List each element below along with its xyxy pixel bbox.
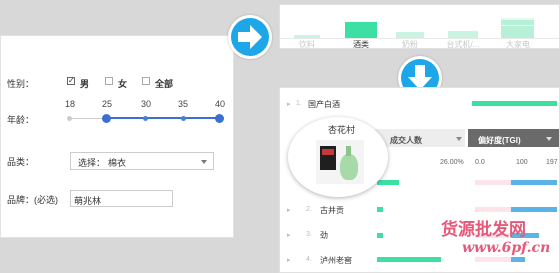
category-label-desktop[interactable]: 台式机/... — [441, 39, 485, 48]
row-flag-icon: ▸ — [287, 257, 291, 264]
first-row-rank: 1. — [296, 100, 302, 107]
age-tick-40: 40 — [215, 99, 226, 109]
bar-beverage[interactable] — [294, 35, 320, 38]
category-label-beverage[interactable]: 饮料 — [285, 39, 329, 48]
age-tick-35: 35 — [178, 99, 189, 109]
scale-tgi-min: 0.0 — [475, 159, 485, 166]
age-slider-min-handle[interactable] — [102, 114, 111, 123]
row-bar — [377, 207, 383, 212]
sort-down-icon[interactable] — [546, 137, 552, 141]
category-label-appliance[interactable]: 大家电 — [496, 39, 540, 48]
sort-down-icon[interactable] — [456, 137, 462, 141]
category-bar-chart: 饮料 酒类 奶粉 台式机/... 大家电 — [279, 4, 560, 49]
bar-liquor[interactable] — [345, 22, 377, 38]
category-select[interactable]: 选择： 棉衣 — [70, 152, 214, 170]
age-label: 年龄： — [7, 115, 35, 125]
chevron-down-icon — [201, 160, 207, 164]
product-box-label — [322, 149, 334, 155]
watermark-title: 货源批发网 — [441, 220, 526, 240]
age-slider-range — [105, 117, 221, 119]
filter-panel: 性别： ✓ 男 女 全部 18 25 30 35 40 年龄： 品类： 选择： … — [0, 35, 234, 238]
row-rank: 4. — [306, 256, 312, 263]
gender-male-label[interactable]: 男 — [80, 77, 89, 90]
age-tick-25: 25 — [102, 99, 113, 109]
row-tgi-bar — [511, 257, 525, 262]
gender-label: 性别： — [7, 79, 35, 89]
bar-desktop[interactable] — [448, 31, 478, 38]
age-slider-dot-18 — [67, 116, 72, 121]
row-flag-icon: ▸ — [287, 101, 291, 108]
row-name: 泸州老窖 — [320, 256, 352, 265]
scale-percent: 26.00% — [440, 159, 464, 166]
row-tgi-track — [475, 257, 511, 262]
bar-milk-powder[interactable] — [396, 32, 424, 38]
category-select-prefix: 选择： — [78, 158, 106, 168]
age-tick-30: 30 — [141, 99, 152, 109]
row-bar — [377, 257, 441, 262]
brand-label: 品牌：(必选) — [7, 195, 58, 205]
bar-appliance-cap — [501, 18, 534, 20]
row-rank: 2. — [306, 206, 312, 213]
category-label: 品类： — [7, 157, 35, 167]
row-flag-icon: ▸ — [287, 232, 291, 239]
brand-input[interactable]: 萌兆林 — [70, 190, 173, 207]
first-row-bar — [472, 101, 557, 106]
age-slider-max-handle[interactable] — [215, 114, 224, 123]
product-image — [316, 140, 364, 184]
category-label-liquor[interactable]: 酒类 — [339, 39, 383, 48]
first-row-name: 国产白酒 — [308, 100, 340, 109]
header-tgi-label[interactable]: 偏好度(TGI) — [478, 135, 521, 146]
age-slider-track — [69, 118, 104, 119]
row-name: 劲 — [320, 231, 328, 240]
row-tgi-bar — [511, 207, 557, 212]
gender-all-checkbox[interactable] — [142, 77, 150, 85]
row-bar — [377, 233, 383, 238]
row-tgi-track — [475, 180, 511, 185]
scale-tgi-max: 197 — [546, 159, 558, 166]
category-select-value: 棉衣 — [108, 158, 127, 168]
gender-male-checkbox[interactable]: ✓ — [67, 77, 75, 85]
gender-female-checkbox[interactable] — [105, 77, 113, 85]
row-tgi-bar — [511, 180, 557, 185]
row-flag-icon: ▸ — [287, 207, 291, 214]
row-tgi-track — [475, 207, 511, 212]
row-rank: 3. — [306, 231, 312, 238]
product-bottle — [340, 154, 358, 180]
magnifier-title: 杏花村 — [328, 125, 356, 135]
right-arrow-icon — [228, 15, 272, 59]
age-slider-dot-30 — [143, 116, 148, 121]
bar-appliance-line — [501, 25, 534, 26]
brand-input-value: 萌兆林 — [74, 196, 102, 206]
magnifier-popup: 杏花村 — [288, 117, 388, 197]
bar-appliance[interactable] — [501, 18, 534, 38]
category-label-milk-powder[interactable]: 奶粉 — [388, 39, 432, 48]
row-name: 古井贡 — [320, 206, 344, 215]
gender-female-label[interactable]: 女 — [118, 77, 127, 90]
scale-tgi-mid: 100 — [516, 159, 528, 166]
watermark-url: www.6pf.cn — [462, 240, 551, 256]
age-slider-dot-35 — [181, 116, 186, 121]
age-tick-18: 18 — [65, 99, 76, 109]
row-bar — [377, 180, 399, 185]
header-count-label[interactable]: 成交人数 — [390, 135, 422, 146]
gender-all-label[interactable]: 全部 — [155, 77, 173, 90]
product-bottle-neck — [346, 146, 351, 156]
